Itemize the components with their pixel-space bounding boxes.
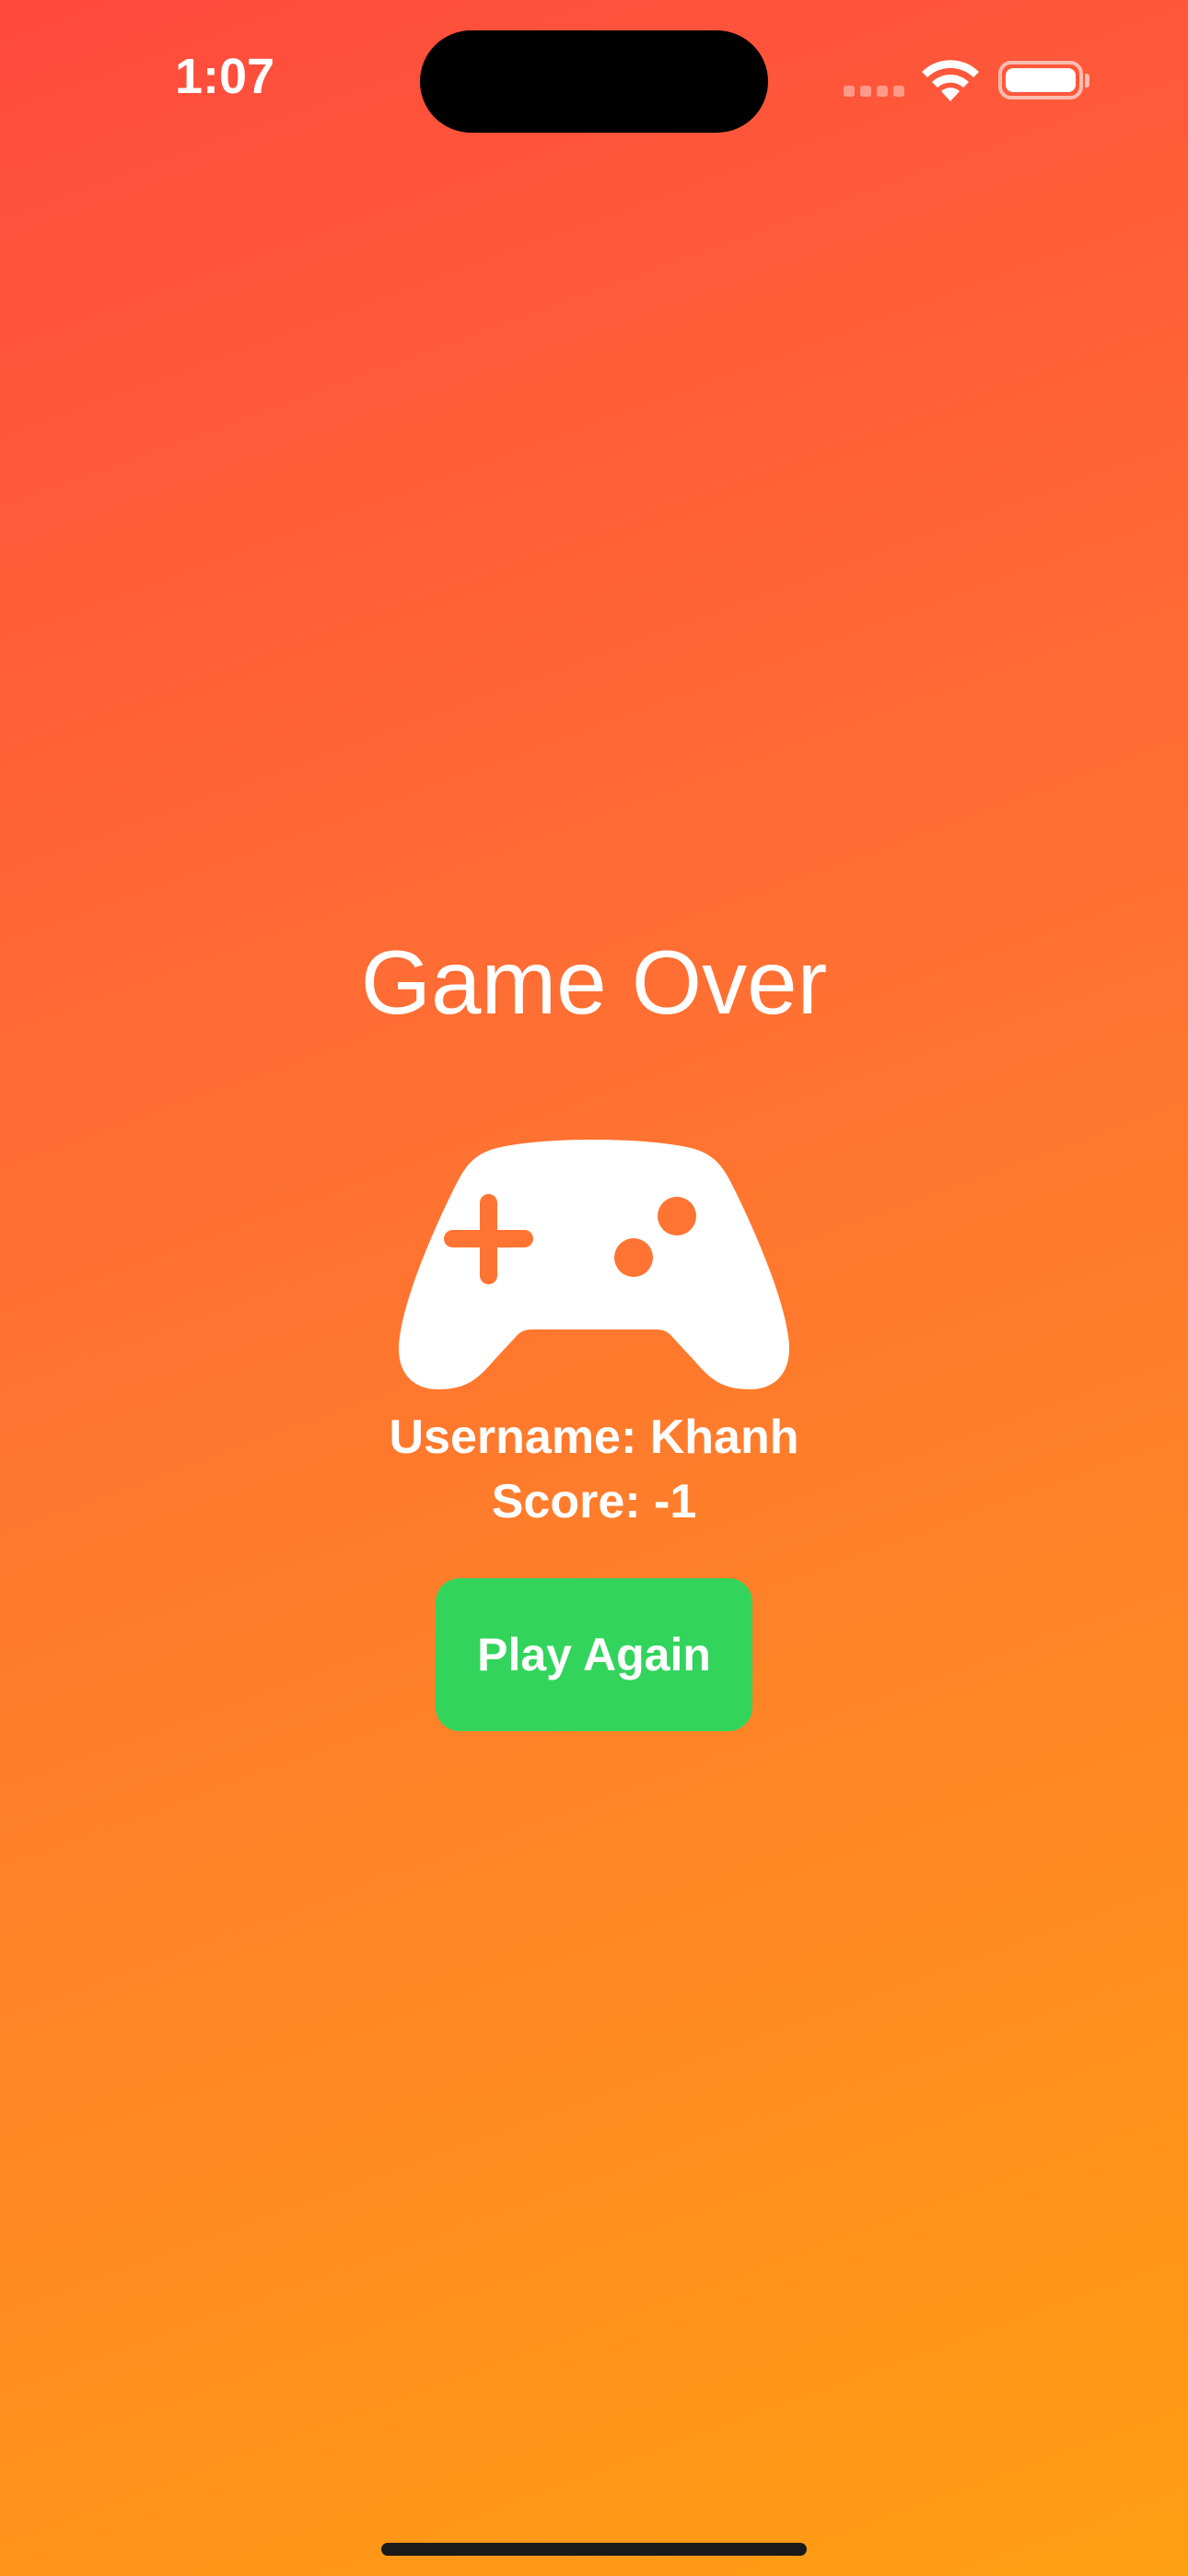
status-bar: 1:07 (0, 0, 1188, 157)
page-title: Game Over (360, 931, 828, 1033)
home-indicator[interactable] (381, 2543, 807, 2556)
dynamic-island (420, 30, 768, 133)
gamecontroller-icon (399, 1140, 789, 1389)
signal-icon (844, 86, 906, 99)
battery-level (1006, 68, 1076, 92)
wifi-icon (922, 60, 979, 101)
score-label: Score: -1 (491, 1475, 697, 1528)
username-label: Username: Khanh (389, 1411, 799, 1464)
battery-icon (998, 61, 1083, 100)
status-time: 1:07 (175, 49, 275, 104)
play-again-button[interactable]: Play Again (436, 1578, 752, 1731)
battery-tip (1085, 74, 1089, 88)
